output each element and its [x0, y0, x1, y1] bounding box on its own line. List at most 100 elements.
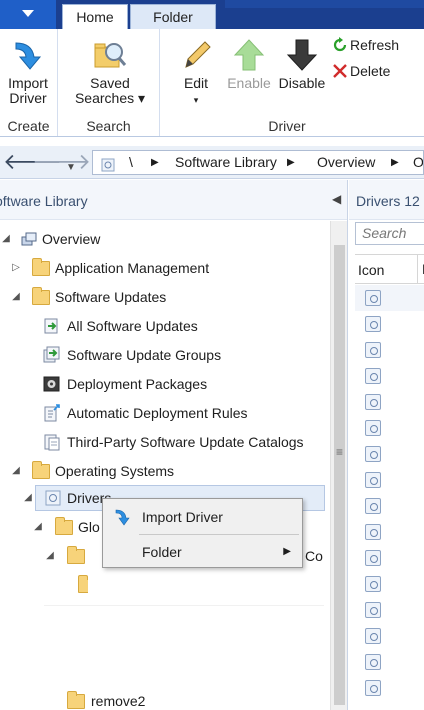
- tree-item-overview[interactable]: ◢ Overview: [0, 226, 320, 252]
- column-header-icon[interactable]: Icon: [358, 262, 384, 278]
- forward-arrow-icon[interactable]: 🡒: [32, 151, 91, 173]
- list-item[interactable]: [355, 363, 424, 389]
- collapse-triangle-icon[interactable]: ◢: [44, 543, 56, 569]
- driver-icon: [365, 290, 381, 306]
- pencil-icon: [185, 41, 211, 68]
- tab-folder[interactable]: Folder: [130, 4, 216, 29]
- tree-item-remove2[interactable]: remove2: [0, 688, 320, 710]
- driver-icon: [365, 654, 381, 670]
- list-item[interactable]: [355, 519, 424, 545]
- list-item[interactable]: [355, 441, 424, 467]
- breadcrumb-software-library[interactable]: Software Library: [175, 151, 277, 174]
- tree-item-deployment-packages[interactable]: Deployment Packages: [0, 371, 320, 397]
- tree-label: Overview: [42, 231, 101, 247]
- delete-button[interactable]: Delete: [332, 63, 390, 79]
- disable-button[interactable]: Disable: [276, 37, 328, 91]
- title-bar-strip: [225, 0, 424, 8]
- folder-icon: [32, 461, 50, 480]
- edit-button[interactable]: Edit ▾: [174, 37, 218, 108]
- splitter-grip-icon[interactable]: ≡: [336, 445, 343, 459]
- list-item[interactable]: [355, 337, 424, 363]
- overview-icon: [20, 230, 38, 248]
- navigation-pane-header: oftware Library ◀: [0, 180, 347, 220]
- collapse-triangle-icon[interactable]: ◢: [22, 485, 34, 511]
- list-item[interactable]: [355, 389, 424, 415]
- list-item[interactable]: [355, 285, 424, 311]
- list-item[interactable]: [355, 467, 424, 493]
- breadcrumb-operating-systems[interactable]: O: [413, 151, 423, 174]
- list-item[interactable]: [355, 415, 424, 441]
- app-menu-button[interactable]: [0, 0, 56, 29]
- edit-label: Edit: [183, 75, 209, 91]
- tree-item-software-update-groups[interactable]: Software Update Groups: [0, 342, 320, 368]
- collapse-triangle-icon[interactable]: ◢: [0, 226, 12, 252]
- breadcrumb-separator-icon: ▶: [151, 157, 159, 168]
- navigation-pane-scrollbar[interactable]: [330, 221, 347, 710]
- list-item[interactable]: [355, 597, 424, 623]
- scrollbar-thumb[interactable]: [334, 245, 345, 705]
- driver-icon: [44, 489, 62, 507]
- import-driver-label-2: Driver: [9, 90, 47, 106]
- menu-item-folder[interactable]: Folder ▶: [104, 537, 301, 567]
- tree-item-application-management[interactable]: ▷ Application Management: [0, 255, 320, 281]
- submenu-arrow-icon: ▶: [283, 546, 291, 557]
- list-item[interactable]: [355, 311, 424, 337]
- tab-home[interactable]: Home: [62, 4, 128, 29]
- import-driver-button[interactable]: Import Driver: [0, 37, 56, 106]
- green-up-arrow-icon: [233, 39, 265, 71]
- folder-icon: [32, 258, 50, 277]
- tree-item-software-updates[interactable]: ◢ Software Updates: [0, 284, 320, 310]
- tree-label: Glo: [78, 519, 100, 535]
- update-groups-icon: [43, 346, 61, 364]
- expand-triangle-icon[interactable]: ▷: [10, 255, 22, 281]
- history-dropdown-icon[interactable]: ▼: [66, 157, 76, 179]
- list-item[interactable]: [355, 571, 424, 597]
- folder-icon: [32, 287, 50, 306]
- breadcrumb-separator-icon: ▶: [287, 157, 295, 168]
- list-item[interactable]: [355, 649, 424, 675]
- collapse-triangle-icon[interactable]: ◢: [32, 514, 44, 540]
- group-label-search: Search: [86, 118, 131, 134]
- saved-searches-label-1: Saved: [90, 75, 130, 91]
- tree-label: Software Updates: [55, 289, 167, 305]
- navigation-pane-title: oftware Library: [0, 193, 88, 209]
- breadcrumb-overview[interactable]: Overview: [317, 151, 375, 174]
- list-item[interactable]: [355, 675, 424, 701]
- driver-icon: [365, 498, 381, 514]
- saved-searches-label-2: Searches ▾: [74, 90, 146, 106]
- refresh-button[interactable]: Refresh: [332, 37, 399, 53]
- collapse-triangle-icon[interactable]: ◢: [10, 458, 22, 484]
- breadcrumb-root[interactable]: \: [129, 151, 133, 174]
- collapse-pane-icon[interactable]: ◀: [332, 192, 341, 206]
- tree-item-third-party-catalogs[interactable]: Third-Party Software Update Catalogs: [0, 429, 320, 455]
- menu-item-label: Import Driver: [142, 509, 223, 525]
- list-item[interactable]: [355, 623, 424, 649]
- deployment-package-icon: [43, 375, 61, 393]
- enable-button[interactable]: Enable: [226, 37, 272, 91]
- refresh-icon: [333, 37, 347, 52]
- tree-label: Third-Party Software Update Catalogs: [67, 434, 304, 450]
- column-header-name[interactable]: N: [417, 255, 424, 283]
- tree-item-all-software-updates[interactable]: All Software Updates: [0, 313, 320, 339]
- ribbon-tab-bar: Home Folder: [0, 0, 424, 29]
- tree-item-operating-systems[interactable]: ◢ Operating Systems: [0, 458, 320, 484]
- search-input[interactable]: Search: [355, 222, 424, 245]
- list-item[interactable]: [355, 545, 424, 571]
- enable-label: Enable: [227, 75, 271, 91]
- saved-searches-button[interactable]: Saved Searches ▾: [68, 37, 152, 106]
- tree-item-automatic-deployment-rules[interactable]: Automatic Deployment Rules: [0, 400, 320, 426]
- list-column-headers: Icon N: [355, 254, 424, 284]
- tree-label: Co: [305, 548, 323, 564]
- menu-item-import-driver[interactable]: Import Driver: [104, 502, 301, 532]
- redacted-area: [44, 605, 324, 677]
- folder-icon: [67, 691, 85, 710]
- deployment-rules-icon: [43, 404, 61, 422]
- tree-label: Software Update Groups: [67, 347, 222, 363]
- driver-icon: [365, 524, 381, 540]
- list-item[interactable]: [355, 493, 424, 519]
- collapse-triangle-icon[interactable]: ◢: [10, 284, 22, 310]
- driver-icon: [365, 394, 381, 410]
- address-breadcrumb[interactable]: \ ▶ Software Library ▶ Overview ▶ O: [92, 150, 424, 175]
- drivers-context-menu: Import Driver Folder ▶: [102, 498, 303, 568]
- drivers-list-header: Drivers 12: [349, 180, 424, 220]
